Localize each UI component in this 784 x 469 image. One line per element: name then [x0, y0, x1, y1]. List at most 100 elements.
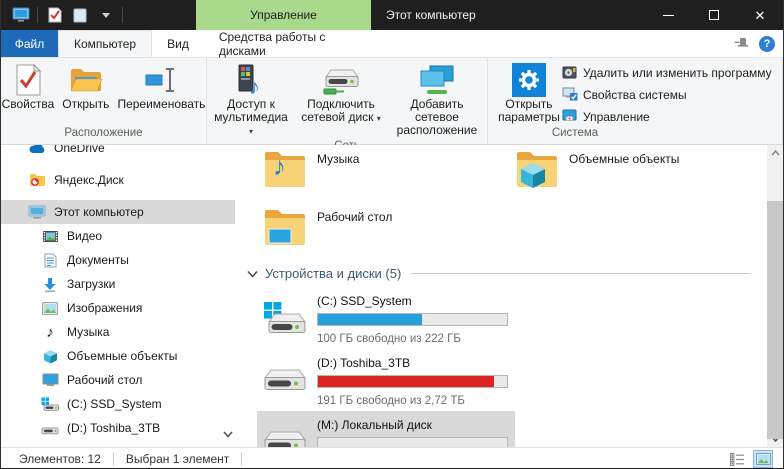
documents-icon: [41, 253, 59, 268]
qat-new-folder-button[interactable]: [70, 5, 90, 25]
minimize-button[interactable]: [645, 0, 691, 30]
media-access-button[interactable]: ♪ Доступ к мультимедиа ▾: [207, 60, 295, 140]
thumbnail-view-button[interactable]: [753, 450, 773, 468]
ribbon: Свойства Открыть Переименовать Расположе…: [1, 57, 783, 145]
drive-d-icon: [263, 352, 309, 405]
network-drive-icon: [322, 62, 360, 98]
group-label-location: Расположение: [1, 127, 206, 144]
this-pc-icon: [28, 205, 46, 220]
yandex-disk-icon: [28, 173, 46, 187]
status-separator: [241, 452, 242, 466]
sidebar-item-videos[interactable]: Видео: [1, 224, 235, 248]
open-settings-button[interactable]: Открыть параметры: [496, 60, 562, 126]
tab-disk-tools[interactable]: Средства работы с дисками: [204, 30, 380, 57]
ribbon-group-system: Открыть параметры Удалить или изменить п…: [488, 58, 783, 144]
drive-c-icon: [263, 290, 309, 343]
tab-computer[interactable]: Компьютер: [58, 30, 152, 57]
sidebar-item-downloads[interactable]: Загрузки: [1, 272, 235, 296]
drive-name: (M:) Локальный диск: [317, 418, 432, 432]
scroll-up-icon[interactable]: [767, 145, 783, 161]
media-server-icon: ♪: [234, 62, 268, 98]
items-count: Элементов: 12: [19, 452, 101, 466]
qat-properties-button[interactable]: [44, 5, 64, 25]
group-label-system: Система: [488, 127, 782, 144]
drive-name: (D:) Toshiba_3TB: [317, 356, 410, 370]
qat-separator: [122, 7, 123, 23]
drive-m-icon: [263, 414, 309, 447]
collapse-chevron-icon[interactable]: [247, 270, 258, 278]
music-icon: ♪: [41, 325, 59, 340]
pictures-icon: [41, 302, 59, 315]
file-list-pane: Музыка Объемные объекты Рабочий стол: [235, 145, 767, 447]
drive-capacity-bar: [317, 375, 508, 388]
sidebar-item-3d-objects[interactable]: Объемные объекты: [1, 344, 235, 368]
quick-access-toolbar: [1, 5, 123, 25]
programs-icon: [562, 64, 578, 83]
qat-customize-chevron-icon[interactable]: [96, 5, 116, 25]
network-location-icon: [418, 62, 456, 98]
folder-tile-music[interactable]: Музыка: [263, 147, 515, 197]
folder-3d-icon: [515, 147, 559, 189]
sidebar-item-music[interactable]: ♪ Музыка: [1, 320, 235, 344]
drive-tile-d[interactable]: (D:) Toshiba_3TB 191 ГБ свободно из 2,72…: [257, 349, 515, 405]
contextual-tab-manage[interactable]: Управление: [196, 0, 371, 30]
sidebar-item-drive-c[interactable]: (C:) SSD_System: [1, 392, 235, 416]
manage-button[interactable]: Управление: [562, 108, 650, 126]
music-note-glyph: [273, 151, 286, 182]
qat-separator: [37, 7, 38, 23]
drive-tile-m-selected[interactable]: (M:) Локальный диск 247 МБ свободно из 2…: [257, 411, 515, 447]
drive-capacity-bar: [317, 437, 508, 447]
sidebar-item-yandex-disk[interactable]: Яндекс.Диск: [1, 168, 235, 192]
folder-tile-desktop[interactable]: Рабочий стол: [263, 205, 515, 255]
ribbon-group-location: Свойства Открыть Переименовать Расположе…: [1, 58, 207, 144]
sidebar-item-documents[interactable]: Документы: [1, 248, 235, 272]
help-icon[interactable]: [759, 36, 775, 52]
navigation-pane: OneDrive Яндекс.Диск Этот компьютер Виде…: [1, 145, 235, 447]
sidebar-item-this-pc[interactable]: Этот компьютер: [1, 200, 235, 224]
drive-free-space: 191 ГБ свободно из 2,72 ТБ: [317, 395, 465, 407]
add-network-location-button[interactable]: Добавить сетевое расположение: [387, 60, 487, 139]
sidebar-item-pictures[interactable]: Изображения: [1, 296, 235, 320]
3d-objects-icon: [41, 349, 59, 364]
sidebar-scroll-down-icon[interactable]: [223, 427, 233, 441]
drive-icon: [41, 421, 59, 435]
drive-capacity-bar: [317, 313, 508, 326]
drive-tile-c[interactable]: (C:) SSD_System 100 ГБ свободно из 222 Г…: [257, 287, 515, 343]
details-view-button[interactable]: [727, 450, 747, 468]
ribbon-tab-row: Файл Компьютер Вид Средства работы с дис…: [1, 30, 783, 57]
folder-desktop-icon: [263, 205, 307, 247]
drive-name: (C:) SSD_System: [317, 294, 412, 308]
properties-button[interactable]: Свойства: [0, 60, 58, 113]
map-network-drive-button[interactable]: Подключить сетевой диск ▾: [295, 60, 387, 127]
section-divider: [411, 273, 751, 274]
drive-free-space: 100 ГБ свободно из 222 ГБ: [317, 333, 461, 345]
system-properties-icon: [562, 86, 578, 105]
ribbon-group-network: ♪ Доступ к мультимедиа ▾ Подключить сете…: [207, 58, 488, 144]
close-button[interactable]: [737, 0, 783, 30]
selection-count: Выбран 1 элемент: [126, 452, 229, 466]
rename-button[interactable]: Переименовать: [113, 60, 209, 113]
dropdown-chevron-icon: ▾: [249, 127, 253, 136]
pin-ribbon-icon[interactable]: [734, 36, 749, 52]
folder-tile-3d-objects[interactable]: Объемные объекты: [515, 147, 767, 197]
tab-view[interactable]: Вид: [152, 30, 204, 57]
open-button[interactable]: Открыть: [58, 60, 113, 113]
scrollbar-track[interactable]: [767, 161, 783, 431]
downloads-icon: [41, 277, 59, 292]
svg-text:♪: ♪: [249, 74, 260, 97]
uninstall-program-button[interactable]: Удалить или изменить программу: [562, 64, 772, 82]
sidebar-item-desktop[interactable]: Рабочий стол: [1, 368, 235, 392]
properties-icon: [14, 62, 42, 98]
maximize-button[interactable]: [691, 0, 737, 30]
scrollbar-thumb[interactable]: [767, 201, 783, 439]
sidebar-item-onedrive[interactable]: OneDrive: [1, 145, 235, 160]
sidebar-item-drive-d[interactable]: (D:) Toshiba_3TB: [1, 416, 235, 440]
tab-file[interactable]: Файл: [1, 30, 58, 57]
this-pc-window-icon: [11, 5, 31, 25]
devices-and-drives-section[interactable]: Устройства и диски (5): [247, 266, 767, 281]
vertical-scrollbar[interactable]: [767, 145, 783, 447]
window-title: Этот компьютер: [386, 0, 476, 30]
system-properties-button[interactable]: Свойства системы: [562, 86, 687, 104]
manage-icon: [562, 108, 578, 127]
desktop-icon: [41, 373, 59, 387]
